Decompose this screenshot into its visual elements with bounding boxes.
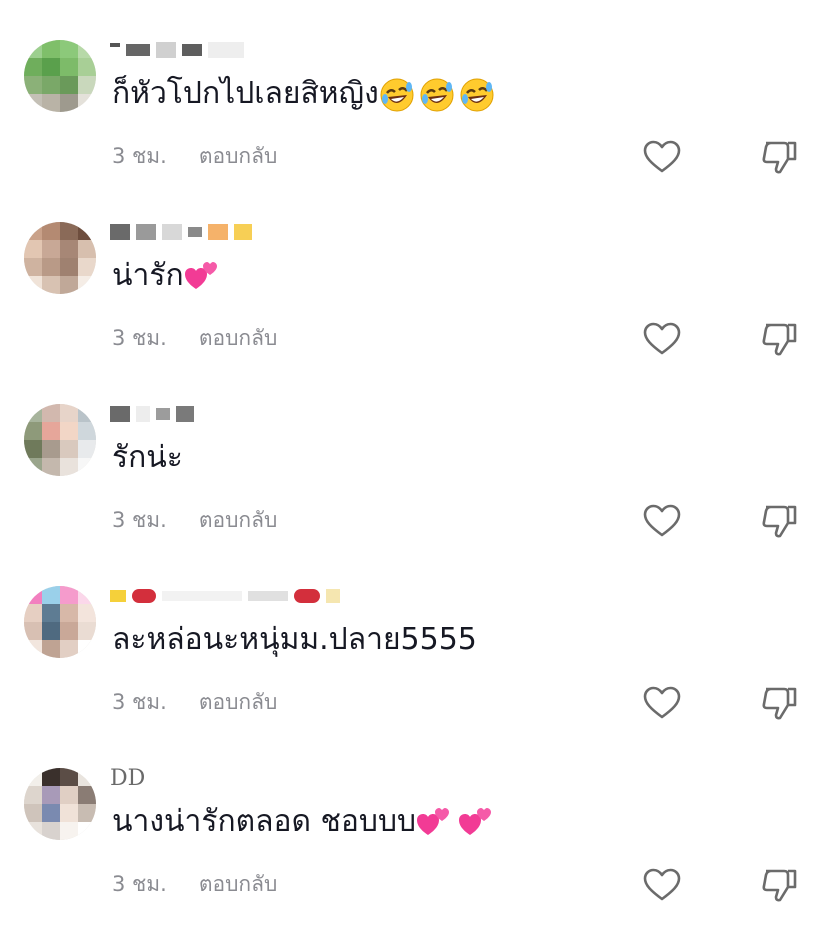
heart-icon[interactable]	[643, 322, 681, 356]
reply-button[interactable]: ตอบกลับ	[199, 688, 278, 716]
username-redacted	[156, 42, 176, 58]
comment-meta: 3 ชม. ตอบกลับ	[112, 324, 277, 352]
username-redacted	[294, 589, 320, 603]
comment-item: DD นางน่ารักตลอด ชอบบบ 3 ชม. ตอบกลับ	[0, 765, 828, 950]
username-redacted	[162, 224, 182, 240]
two-hearts-emoji	[184, 261, 217, 289]
thumbs-down-icon[interactable]	[760, 684, 798, 722]
comment-body: รักน่ะ	[112, 440, 183, 475]
username-redacted	[110, 590, 126, 602]
thumbs-down-icon[interactable]	[760, 320, 798, 358]
reply-button[interactable]: ตอบกลับ	[199, 324, 278, 352]
username-redacted	[182, 44, 202, 56]
username-redacted	[110, 406, 130, 422]
heart-icon[interactable]	[643, 504, 681, 538]
comment-item: ละหล่อนะหนุ่มม.ปลาย5555 3 ชม. ตอบกลับ	[0, 586, 828, 768]
thumbs-down-icon[interactable]	[760, 138, 798, 176]
thumbs-down-icon[interactable]	[760, 866, 798, 904]
heart-icon[interactable]	[643, 686, 681, 720]
username-redacted	[110, 43, 120, 47]
username-redacted	[162, 591, 242, 601]
comment-body: ละหล่อนะหนุ่มม.ปลาย5555	[112, 622, 477, 657]
comment-time: 3 ชม.	[112, 326, 167, 350]
username[interactable]	[110, 402, 200, 426]
username-redacted	[208, 224, 228, 240]
comment-meta: 3 ชม. ตอบกลับ	[112, 506, 277, 534]
avatar[interactable]	[24, 768, 96, 840]
two-hearts-emoji	[417, 807, 450, 835]
reply-button[interactable]: ตอบกลับ	[199, 870, 278, 898]
reply-button[interactable]: ตอบกลับ	[199, 142, 278, 170]
avatar[interactable]	[24, 222, 96, 294]
heart-icon[interactable]	[643, 140, 681, 174]
comment-text: ละหล่อนะหนุ่มม.ปลาย5555	[112, 620, 477, 660]
username-redacted	[156, 408, 170, 420]
comment-body: น่ารัก	[112, 258, 184, 293]
rolling-laughing-emoji	[460, 78, 494, 111]
comment-item: ก็หัวโปกไปเลยสิหญิง 3 ชม. ตอบกลับ	[0, 40, 828, 222]
username-redacted	[126, 44, 150, 56]
username-redacted	[248, 591, 288, 601]
comment-text: น่ารัก	[112, 256, 220, 296]
username-redacted	[176, 406, 194, 422]
rolling-laughing-emoji	[380, 78, 414, 111]
comment-item: น่ารัก 3 ชม. ตอบกลับ	[0, 222, 828, 404]
username-redacted	[132, 589, 156, 603]
comment-time: 3 ชม.	[112, 508, 167, 532]
username[interactable]: DD	[110, 765, 146, 791]
comment-time: 3 ชม.	[112, 690, 167, 714]
username-label: DD	[110, 765, 146, 791]
username-redacted	[234, 224, 252, 240]
comment-text: ก็หัวโปกไปเลยสิหญิง	[112, 74, 495, 114]
comment-meta: 3 ชม. ตอบกลับ	[112, 870, 277, 898]
username[interactable]	[110, 584, 346, 608]
two-hearts-emoji	[459, 807, 492, 835]
username[interactable]	[110, 220, 258, 244]
username-redacted	[110, 224, 130, 240]
comment-body: นางน่ารักตลอด ชอบบบ	[112, 804, 417, 839]
comment-meta: 3 ชม. ตอบกลับ	[112, 688, 277, 716]
username[interactable]	[110, 38, 250, 62]
username-redacted	[136, 406, 150, 422]
heart-icon[interactable]	[643, 868, 681, 902]
comment-time: 3 ชม.	[112, 144, 167, 168]
comment-item: รักน่ะ 3 ชม. ตอบกลับ	[0, 404, 828, 586]
username-redacted	[188, 227, 202, 237]
username-redacted	[208, 42, 244, 58]
username-redacted	[326, 589, 340, 603]
comment-meta: 3 ชม. ตอบกลับ	[112, 142, 277, 170]
comment-body: ก็หัวโปกไปเลยสิหญิง	[112, 76, 379, 111]
avatar[interactable]	[24, 404, 96, 476]
username-redacted	[136, 224, 156, 240]
thumbs-down-icon[interactable]	[760, 502, 798, 540]
avatar[interactable]	[24, 586, 96, 658]
avatar[interactable]	[24, 40, 96, 112]
comment-text: รักน่ะ	[112, 438, 183, 478]
rolling-laughing-emoji	[420, 78, 454, 111]
comment-text: นางน่ารักตลอด ชอบบบ	[112, 802, 494, 842]
comment-time: 3 ชม.	[112, 872, 167, 896]
reply-button[interactable]: ตอบกลับ	[199, 506, 278, 534]
